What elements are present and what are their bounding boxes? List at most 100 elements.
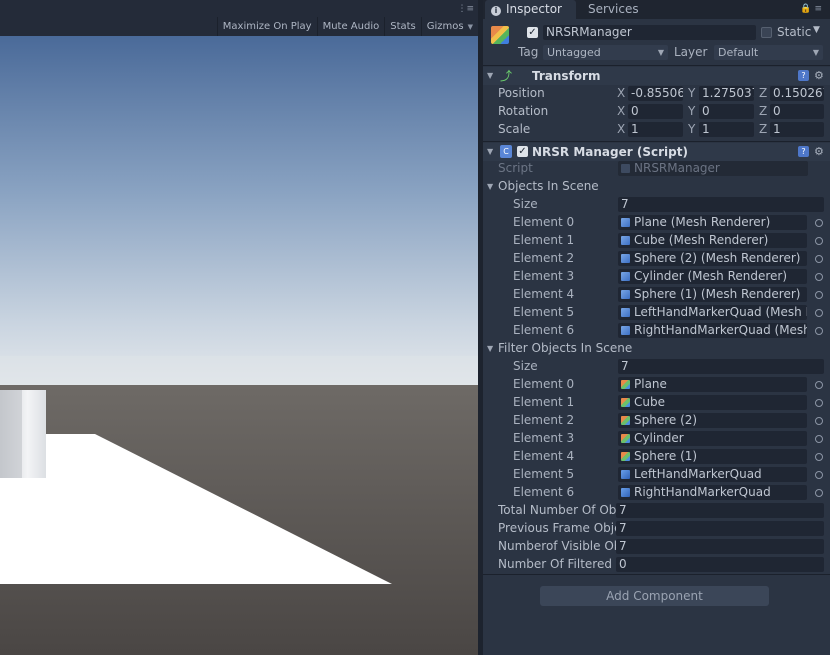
object-picker-icon[interactable]: [815, 453, 823, 461]
tab-inspector-label: Inspector: [506, 2, 562, 16]
filter-object-field[interactable]: LeftHandMarkerQuad: [618, 467, 807, 482]
stat-value-field[interactable]: 7: [616, 521, 824, 536]
filter-object-field[interactable]: Cylinder: [618, 431, 807, 446]
static-dropdown-icon[interactable]: ▼: [813, 25, 820, 35]
maximize-on-play-toggle[interactable]: Maximize On Play: [216, 17, 317, 36]
rotation-z-field[interactable]: 0: [770, 104, 824, 119]
gizmos-label: Gizmos: [426, 21, 464, 32]
static-checkbox[interactable]: [761, 27, 772, 38]
tab-inspector[interactable]: i Inspector: [485, 0, 576, 19]
filter-object-field[interactable]: Cube: [618, 395, 807, 410]
active-checkbox[interactable]: ✓: [527, 27, 538, 38]
mute-audio-toggle[interactable]: Mute Audio: [316, 17, 385, 36]
script-icon: C: [500, 145, 512, 158]
info-icon: i: [491, 6, 501, 16]
transform-title: Transform: [532, 69, 601, 83]
object-name-field[interactable]: NRSRManager: [543, 25, 756, 40]
object-picker-icon[interactable]: [815, 273, 823, 281]
objects-in-scene-label[interactable]: Objects In Scene: [498, 179, 599, 193]
help-icon[interactable]: ?: [798, 70, 809, 81]
position-x-field[interactable]: -0.85506: [628, 86, 683, 101]
script-component-title: NRSR Manager (Script): [532, 145, 688, 159]
objects-element-label: Element 5: [513, 305, 575, 319]
foldout-arrow-icon[interactable]: ▼: [487, 71, 493, 80]
object-type-icon: [621, 434, 630, 443]
rotation-x-field[interactable]: 0: [628, 104, 683, 119]
game-scene-render[interactable]: [0, 36, 478, 655]
filter-object-field[interactable]: Sphere (2): [618, 413, 807, 428]
stat-value-field[interactable]: 7: [616, 539, 824, 554]
gear-icon[interactable]: ⚙: [814, 69, 824, 82]
divider: [483, 574, 830, 575]
object-picker-icon[interactable]: [815, 417, 823, 425]
objects-object-value: Cylinder (Mesh Renderer): [634, 269, 788, 283]
position-z-axis: Z: [759, 86, 768, 100]
filter-size-field[interactable]: 7: [618, 359, 824, 374]
scale-y-axis: Y: [688, 122, 696, 136]
gizmos-dropdown[interactable]: Gizmos ▼: [420, 17, 478, 36]
stat-value-field[interactable]: 0: [616, 557, 824, 572]
object-picker-icon[interactable]: [815, 399, 823, 407]
foldout-arrow-icon[interactable]: ▼: [487, 344, 493, 353]
scale-y-field[interactable]: 1: [699, 122, 754, 137]
tab-services[interactable]: Services: [582, 0, 652, 19]
position-z-field[interactable]: 0.150267: [770, 86, 824, 101]
objects-size-field[interactable]: 7: [618, 197, 824, 212]
object-picker-icon[interactable]: [815, 489, 823, 497]
object-picker-icon[interactable]: [815, 255, 823, 263]
rotation-y-field[interactable]: 0: [699, 104, 754, 119]
object-type-icon: [621, 470, 630, 479]
foldout-arrow-icon[interactable]: ▼: [487, 147, 493, 156]
gear-icon[interactable]: ⚙: [814, 145, 824, 158]
object-picker-icon[interactable]: [815, 471, 823, 479]
object-type-icon: [621, 416, 630, 425]
objects-object-field[interactable]: Cylinder (Mesh Renderer): [618, 269, 807, 284]
layer-label: Layer: [674, 45, 708, 59]
help-icon[interactable]: ?: [798, 146, 809, 157]
object-picker-icon[interactable]: [815, 291, 823, 299]
object-type-icon: [621, 254, 630, 263]
filter-objects-in-scene-label[interactable]: Filter Objects In Scene: [498, 341, 632, 355]
objects-object-field[interactable]: RightHandMarkerQuad (Mesh R: [618, 323, 807, 338]
object-type-icon: [621, 236, 630, 245]
object-picker-icon[interactable]: [815, 381, 823, 389]
filter-object-field[interactable]: RightHandMarkerQuad: [618, 485, 807, 500]
tag-dropdown[interactable]: Untagged ▼: [543, 45, 668, 60]
scale-z-field[interactable]: 1: [770, 122, 824, 137]
game-view-tab-strip: [0, 0, 478, 17]
add-component-button[interactable]: Add Component: [540, 586, 769, 606]
script-enabled-checkbox[interactable]: ✓: [517, 146, 528, 157]
layer-value: Default: [718, 46, 759, 59]
chevron-down-icon: ▼: [657, 48, 664, 57]
position-y-field[interactable]: 1.275037: [699, 86, 754, 101]
objects-object-value: Sphere (1) (Mesh Renderer): [634, 287, 801, 301]
object-picker-icon[interactable]: [815, 237, 823, 245]
stat-label: Numberof Visible Ob: [498, 539, 616, 553]
stat-value-field[interactable]: 7: [616, 503, 824, 518]
objects-element-label: Element 0: [513, 215, 575, 229]
object-type-icon: [621, 326, 630, 335]
object-picker-icon[interactable]: [815, 327, 823, 335]
filter-element-label: Element 0: [513, 377, 575, 391]
lock-icon[interactable]: 🔒≡: [800, 4, 825, 14]
objects-object-field[interactable]: Sphere (1) (Mesh Renderer): [618, 287, 807, 302]
filter-object-field[interactable]: Sphere (1): [618, 449, 807, 464]
objects-object-field[interactable]: Sphere (2) (Mesh Renderer): [618, 251, 807, 266]
script-file-icon: [621, 164, 630, 173]
stats-toggle[interactable]: Stats: [384, 17, 421, 36]
objects-object-field[interactable]: Plane (Mesh Renderer): [618, 215, 807, 230]
scale-x-field[interactable]: 1: [628, 122, 683, 137]
object-picker-icon[interactable]: [815, 219, 823, 227]
tag-value: Untagged: [547, 46, 601, 59]
objects-object-value: LeftHandMarkerQuad (Mesh Re: [634, 305, 807, 319]
objects-object-value: Sphere (2) (Mesh Renderer): [634, 251, 801, 265]
layer-dropdown[interactable]: Default ▼: [714, 45, 823, 60]
objects-object-field[interactable]: LeftHandMarkerQuad (Mesh Re: [618, 305, 807, 320]
horizon-haze: [0, 356, 478, 388]
objects-object-field[interactable]: Cube (Mesh Renderer): [618, 233, 807, 248]
object-picker-icon[interactable]: [815, 435, 823, 443]
filter-object-field[interactable]: Plane: [618, 377, 807, 392]
panel-menu-icon[interactable]: ⋮≡: [457, 4, 474, 14]
foldout-arrow-icon[interactable]: ▼: [487, 182, 493, 191]
object-picker-icon[interactable]: [815, 309, 823, 317]
